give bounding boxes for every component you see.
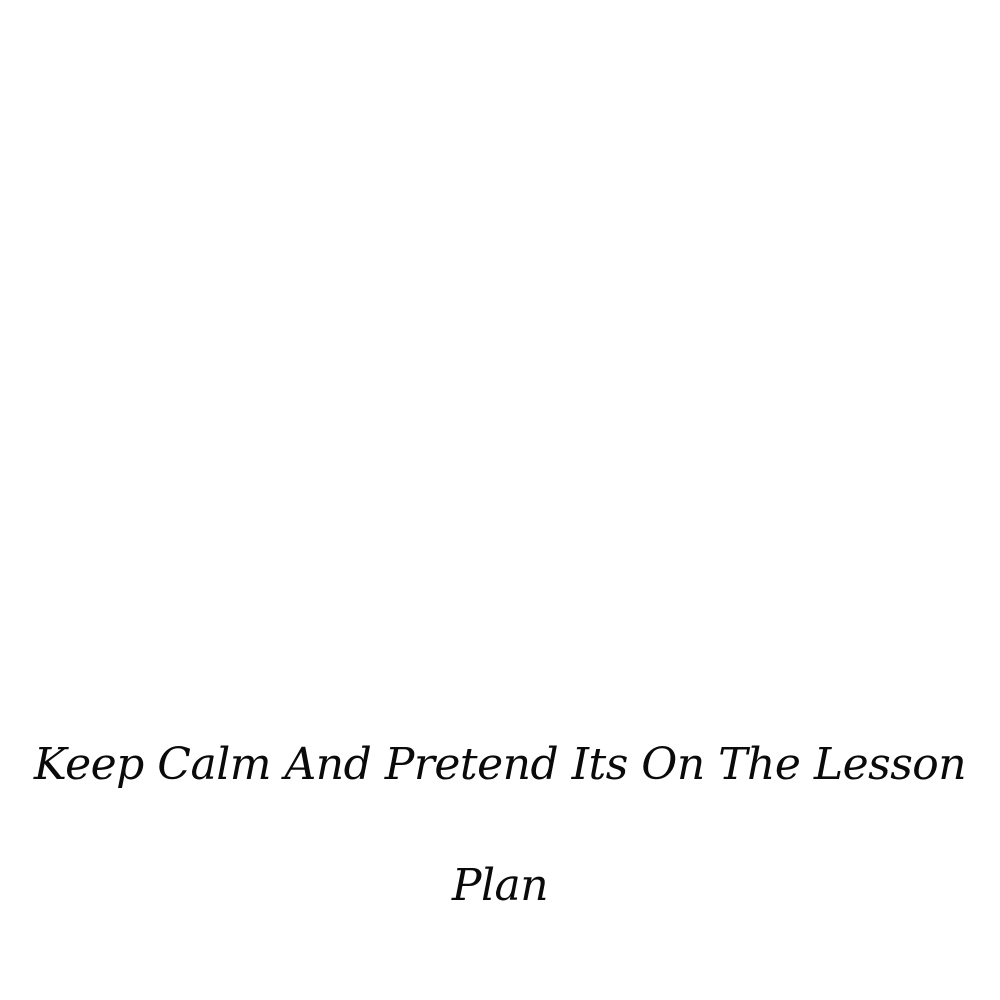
quote-line-2: Plan — [451, 860, 549, 911]
quote-line-1: Keep Calm And Pretend Its On The Lesson — [33, 739, 967, 790]
quote-canvas: Keep Calm And Pretend Its On The Lesson … — [0, 0, 1000, 1000]
